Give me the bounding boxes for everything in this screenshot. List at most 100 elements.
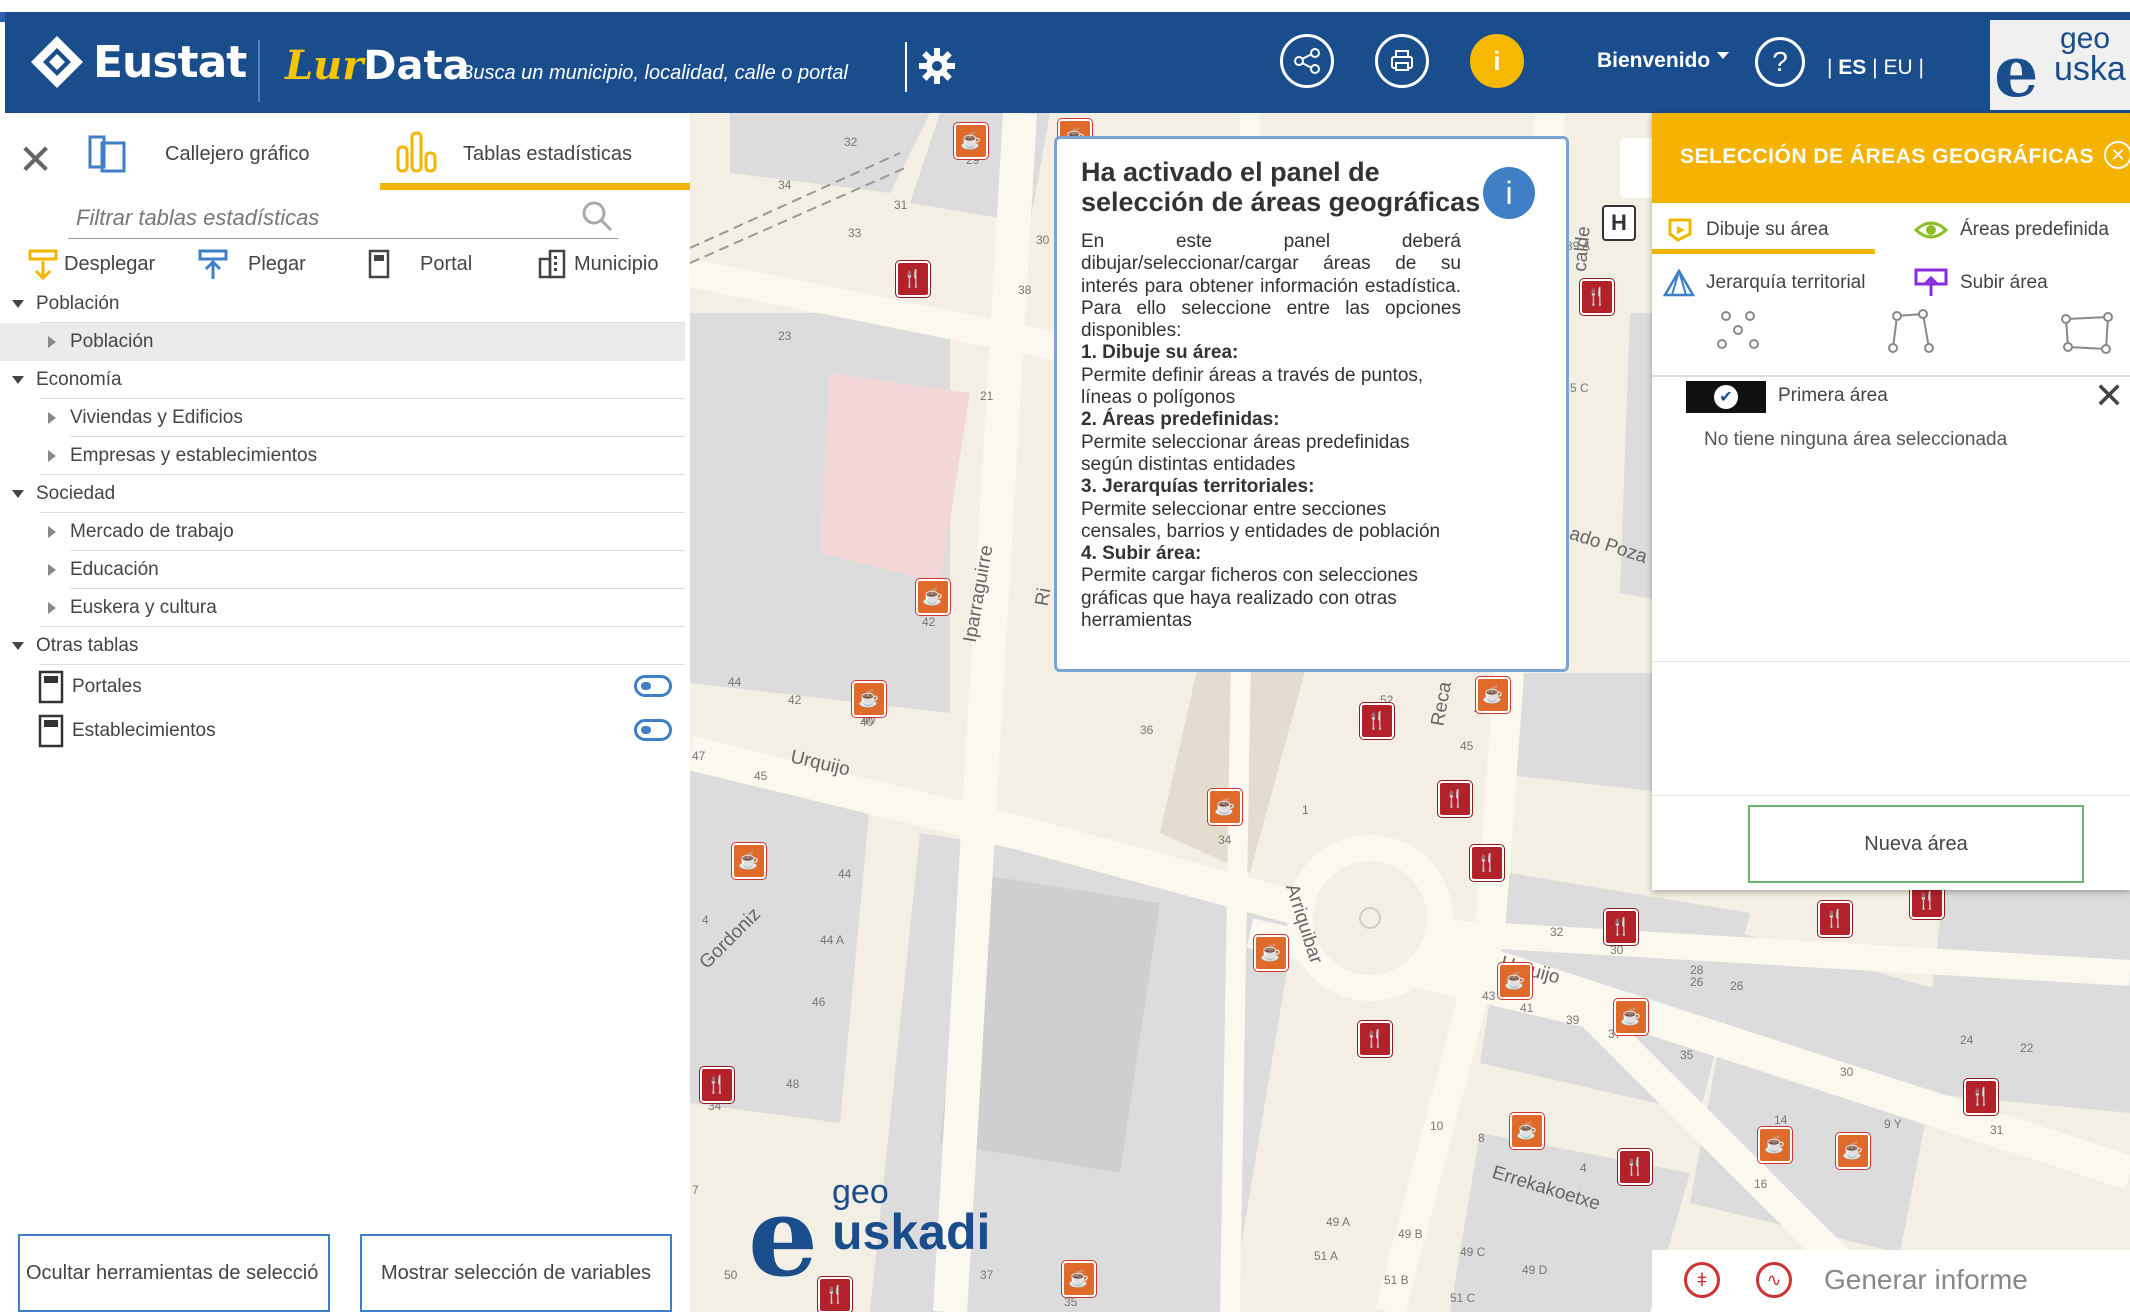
portal-number: 39 A xyxy=(1566,239,1591,253)
chevron-down-icon[interactable] xyxy=(1717,52,1729,59)
desplegar-button[interactable]: Desplegar xyxy=(64,253,155,276)
callejero-icon[interactable] xyxy=(86,133,128,180)
info-button[interactable]: i xyxy=(1470,34,1524,88)
restaurant-pin-icon[interactable]: 🍴 xyxy=(1964,1079,1998,1115)
tree-item-sociedad[interactable]: Sociedad xyxy=(0,475,685,513)
tab-dibuje[interactable]: Dibuje su área xyxy=(1666,208,1829,252)
tree-item-poblacion[interactable]: Población xyxy=(0,285,685,323)
tab-tablas[interactable]: Tablas estadísticas xyxy=(463,143,632,166)
portal-number: 22 xyxy=(2020,1041,2034,1055)
tab-subir[interactable]: Subir área xyxy=(1914,261,2048,305)
portal-button[interactable]: Portal xyxy=(420,253,472,276)
divider xyxy=(1652,375,2130,377)
variables-icon[interactable]: ǂ xyxy=(1684,1262,1720,1298)
hospital-icon[interactable]: H xyxy=(1602,205,1636,241)
remove-area-icon[interactable]: ✕ xyxy=(2094,375,2124,417)
pulse-icon[interactable]: ∿ xyxy=(1756,1262,1792,1298)
geoeuskadi-logo[interactable]: e geo uska xyxy=(1990,20,2130,110)
cafe-pin-icon[interactable]: ☕ xyxy=(1614,999,1648,1035)
collapsed-icon xyxy=(48,412,56,424)
tab-predefinidas[interactable]: Áreas predefinida xyxy=(1914,208,2109,252)
portal-number: 7 xyxy=(692,1183,699,1197)
tree-item-euskera[interactable]: Euskera y cultura xyxy=(0,589,685,627)
collapsed-icon xyxy=(48,602,56,614)
line-tool-icon[interactable] xyxy=(1885,308,1935,361)
search-input[interactable]: Busca un municipio, localidad, calle o p… xyxy=(460,62,848,85)
lang-es[interactable]: ES xyxy=(1838,56,1866,79)
collapsed-icon xyxy=(48,564,56,576)
cafe-pin-icon[interactable]: ☕ xyxy=(1476,677,1510,713)
restaurant-pin-icon[interactable]: 🍴 xyxy=(1618,1149,1652,1185)
cafe-pin-icon[interactable]: ☕ xyxy=(954,123,988,159)
cafe-pin-icon[interactable]: ☕ xyxy=(1758,1127,1792,1163)
header-divider-2 xyxy=(905,42,907,92)
tree-label: Sociedad xyxy=(36,483,116,504)
cafe-pin-icon[interactable]: ☕ xyxy=(1208,789,1242,825)
restaurant-pin-icon[interactable]: 🍴 xyxy=(700,1067,734,1103)
hide-tools-button[interactable]: Ocultar herramientas de selecció xyxy=(18,1234,330,1312)
restaurant-pin-icon[interactable]: 🍴 xyxy=(896,261,930,297)
plegar-button[interactable]: Plegar xyxy=(248,253,306,276)
cafe-pin-icon[interactable]: ☕ xyxy=(1836,1133,1870,1169)
portal-number: 49 D xyxy=(1522,1263,1548,1277)
tree-item-economia[interactable]: Economía xyxy=(0,361,685,399)
tree-item-empresas[interactable]: Empresas y establecimientos xyxy=(0,437,685,475)
welcome-menu[interactable]: Bienvenido xyxy=(1597,49,1710,73)
show-variables-button[interactable]: Mostrar selección de variables xyxy=(360,1234,672,1312)
close-icon[interactable]: ✕ xyxy=(2104,141,2130,169)
restaurant-pin-icon[interactable]: 🍴 xyxy=(1360,703,1394,739)
cafe-pin-icon[interactable]: ☕ xyxy=(1062,1261,1096,1297)
tree-item-otras[interactable]: Otras tablas xyxy=(0,627,685,665)
restaurant-pin-icon[interactable]: 🍴 xyxy=(1438,781,1472,817)
lurdata-logo[interactable]: LurData xyxy=(285,42,470,89)
area-color-swatch[interactable]: ✔ xyxy=(1686,381,1766,413)
eustat-logo[interactable]: Eustat xyxy=(29,32,247,92)
portales-toggle[interactable] xyxy=(634,675,672,697)
close-icon[interactable]: ✕ xyxy=(18,135,53,184)
help-button[interactable]: ? xyxy=(1755,37,1805,87)
cafe-pin-icon[interactable]: ☕ xyxy=(732,843,766,879)
plegar-icon xyxy=(198,249,228,286)
collapsed-icon xyxy=(48,450,56,462)
points-tool-icon[interactable] xyxy=(1714,308,1764,357)
geo-big-text: uskadi xyxy=(832,1204,991,1260)
settings-gear-icon[interactable] xyxy=(917,46,957,91)
restaurant-pin-icon[interactable]: 🍴 xyxy=(1358,1021,1392,1057)
tree-item-mercado[interactable]: Mercado de trabajo xyxy=(0,513,685,551)
cafe-pin-icon[interactable]: ☕ xyxy=(1254,935,1288,971)
tree-item-poblacion-sub[interactable]: Población xyxy=(0,323,685,361)
search-icon[interactable] xyxy=(580,199,614,238)
restaurant-pin-icon[interactable]: 🍴 xyxy=(1818,901,1852,937)
tab-active-indicator xyxy=(1652,249,1875,254)
restaurant-pin-icon[interactable]: 🍴 xyxy=(1470,845,1504,881)
tree-item-viviendas[interactable]: Viviendas y Edificios xyxy=(0,399,685,437)
cafe-pin-icon[interactable]: ☕ xyxy=(1510,1113,1544,1149)
print-button[interactable] xyxy=(1375,34,1429,88)
tab-jerarquia[interactable]: Jerarquía territorial xyxy=(1662,261,1865,305)
cafe-pin-icon[interactable]: ☕ xyxy=(852,681,886,717)
option-label: Dibuje su área xyxy=(1706,219,1829,240)
cafe-pin-icon[interactable]: ☕ xyxy=(1498,963,1532,999)
filter-input[interactable]: Filtrar tablas estadísticas xyxy=(76,205,319,231)
portal-number: 37 xyxy=(980,1268,994,1282)
tree-item-educacion[interactable]: Educación xyxy=(0,551,685,589)
generate-report-button[interactable]: Generar informe xyxy=(1824,1264,2028,1296)
tree-label: Economía xyxy=(36,369,122,390)
lang-eu[interactable]: EU xyxy=(1883,56,1912,79)
divider xyxy=(1652,661,2130,662)
polygon-tool-icon[interactable] xyxy=(2060,311,2114,360)
zoom-control[interactable] xyxy=(1620,138,1654,198)
establecimientos-toggle[interactable] xyxy=(634,719,672,741)
portal-number: 30 xyxy=(1610,943,1624,957)
left-panel: ✕ Callejero gráfico Tablas estadísticas … xyxy=(0,113,690,1312)
municipio-button[interactable]: Municipio xyxy=(574,253,658,276)
share-button[interactable] xyxy=(1280,34,1334,88)
new-area-button[interactable]: Nueva área xyxy=(1748,805,2084,883)
cafe-pin-icon[interactable]: ☕ xyxy=(916,579,950,615)
upload-icon xyxy=(1914,268,1948,296)
tab-callejero[interactable]: Callejero gráfico xyxy=(165,143,310,166)
area-name-input[interactable]: Primera área xyxy=(1778,385,1888,407)
restaurant-pin-icon[interactable]: 🍴 xyxy=(1604,909,1638,945)
restaurant-pin-icon[interactable]: 🍴 xyxy=(1580,279,1614,315)
popup-item-text: Permite cargar ficheros con selecciones … xyxy=(1081,565,1418,632)
